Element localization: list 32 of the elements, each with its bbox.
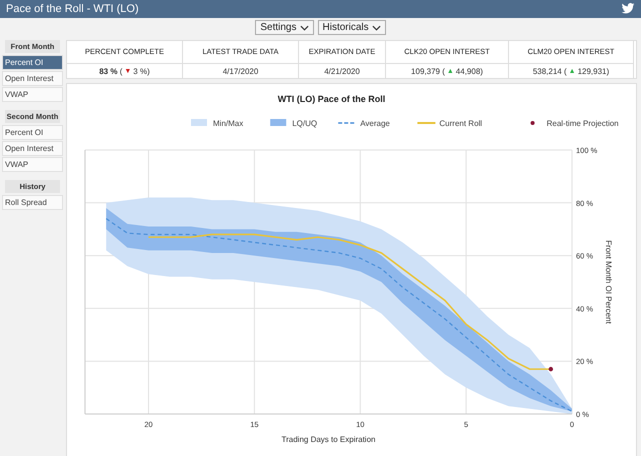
axis-title: Trading Days to Expiration (282, 435, 376, 444)
bird-icon[interactable] (621, 3, 635, 15)
caret-icon (372, 24, 381, 30)
sidebar-item[interactable]: Percent OI (2, 125, 63, 140)
axis-title: Front Month OI Percent (604, 240, 613, 324)
sidebar-item[interactable]: Open Interest (2, 71, 63, 86)
table-cell: 109,379 ( (411, 66, 445, 76)
sidebar-item[interactable]: VWAP (2, 157, 63, 172)
caret-icon (300, 24, 308, 30)
legend-item[interactable]: Average (338, 119, 390, 128)
sidebar-item[interactable]: Roll Spread (2, 195, 63, 210)
legend-item[interactable]: Current Roll (417, 119, 482, 128)
legend-label: Real-time Projection (546, 119, 619, 128)
dropdown-button[interactable]: Historicals (318, 20, 386, 35)
legend-label: Average (360, 119, 390, 128)
sidebar-item[interactable]: Percent OI (2, 55, 63, 70)
table-cell: 129,931) (578, 66, 610, 76)
table-cell: 538,214 ( (532, 66, 567, 76)
table-cell: 4/17/2020 (222, 66, 258, 76)
sidebar-item[interactable]: Open Interest (2, 141, 63, 156)
legend-item[interactable]: LQ/UQ (270, 119, 318, 128)
sidebar-item[interactable]: VWAP (2, 87, 63, 102)
legend-item[interactable]: Min/Max (191, 119, 244, 128)
table-cell: 83 % ( (99, 66, 122, 76)
dropdown-button[interactable]: Settings (255, 20, 314, 35)
table-cell: 4/21/2020 (324, 66, 360, 76)
chart-title: WTI (LO) Pace of the Roll (278, 94, 386, 104)
legend-label: Current Roll (439, 119, 482, 128)
table-cell: 3 %) (133, 66, 150, 76)
legend-item[interactable]: Real-time Projection (530, 119, 619, 128)
window-title: Pace of the Roll - WTI (LO) (6, 3, 139, 15)
table-cell: 44,908) (456, 66, 483, 76)
